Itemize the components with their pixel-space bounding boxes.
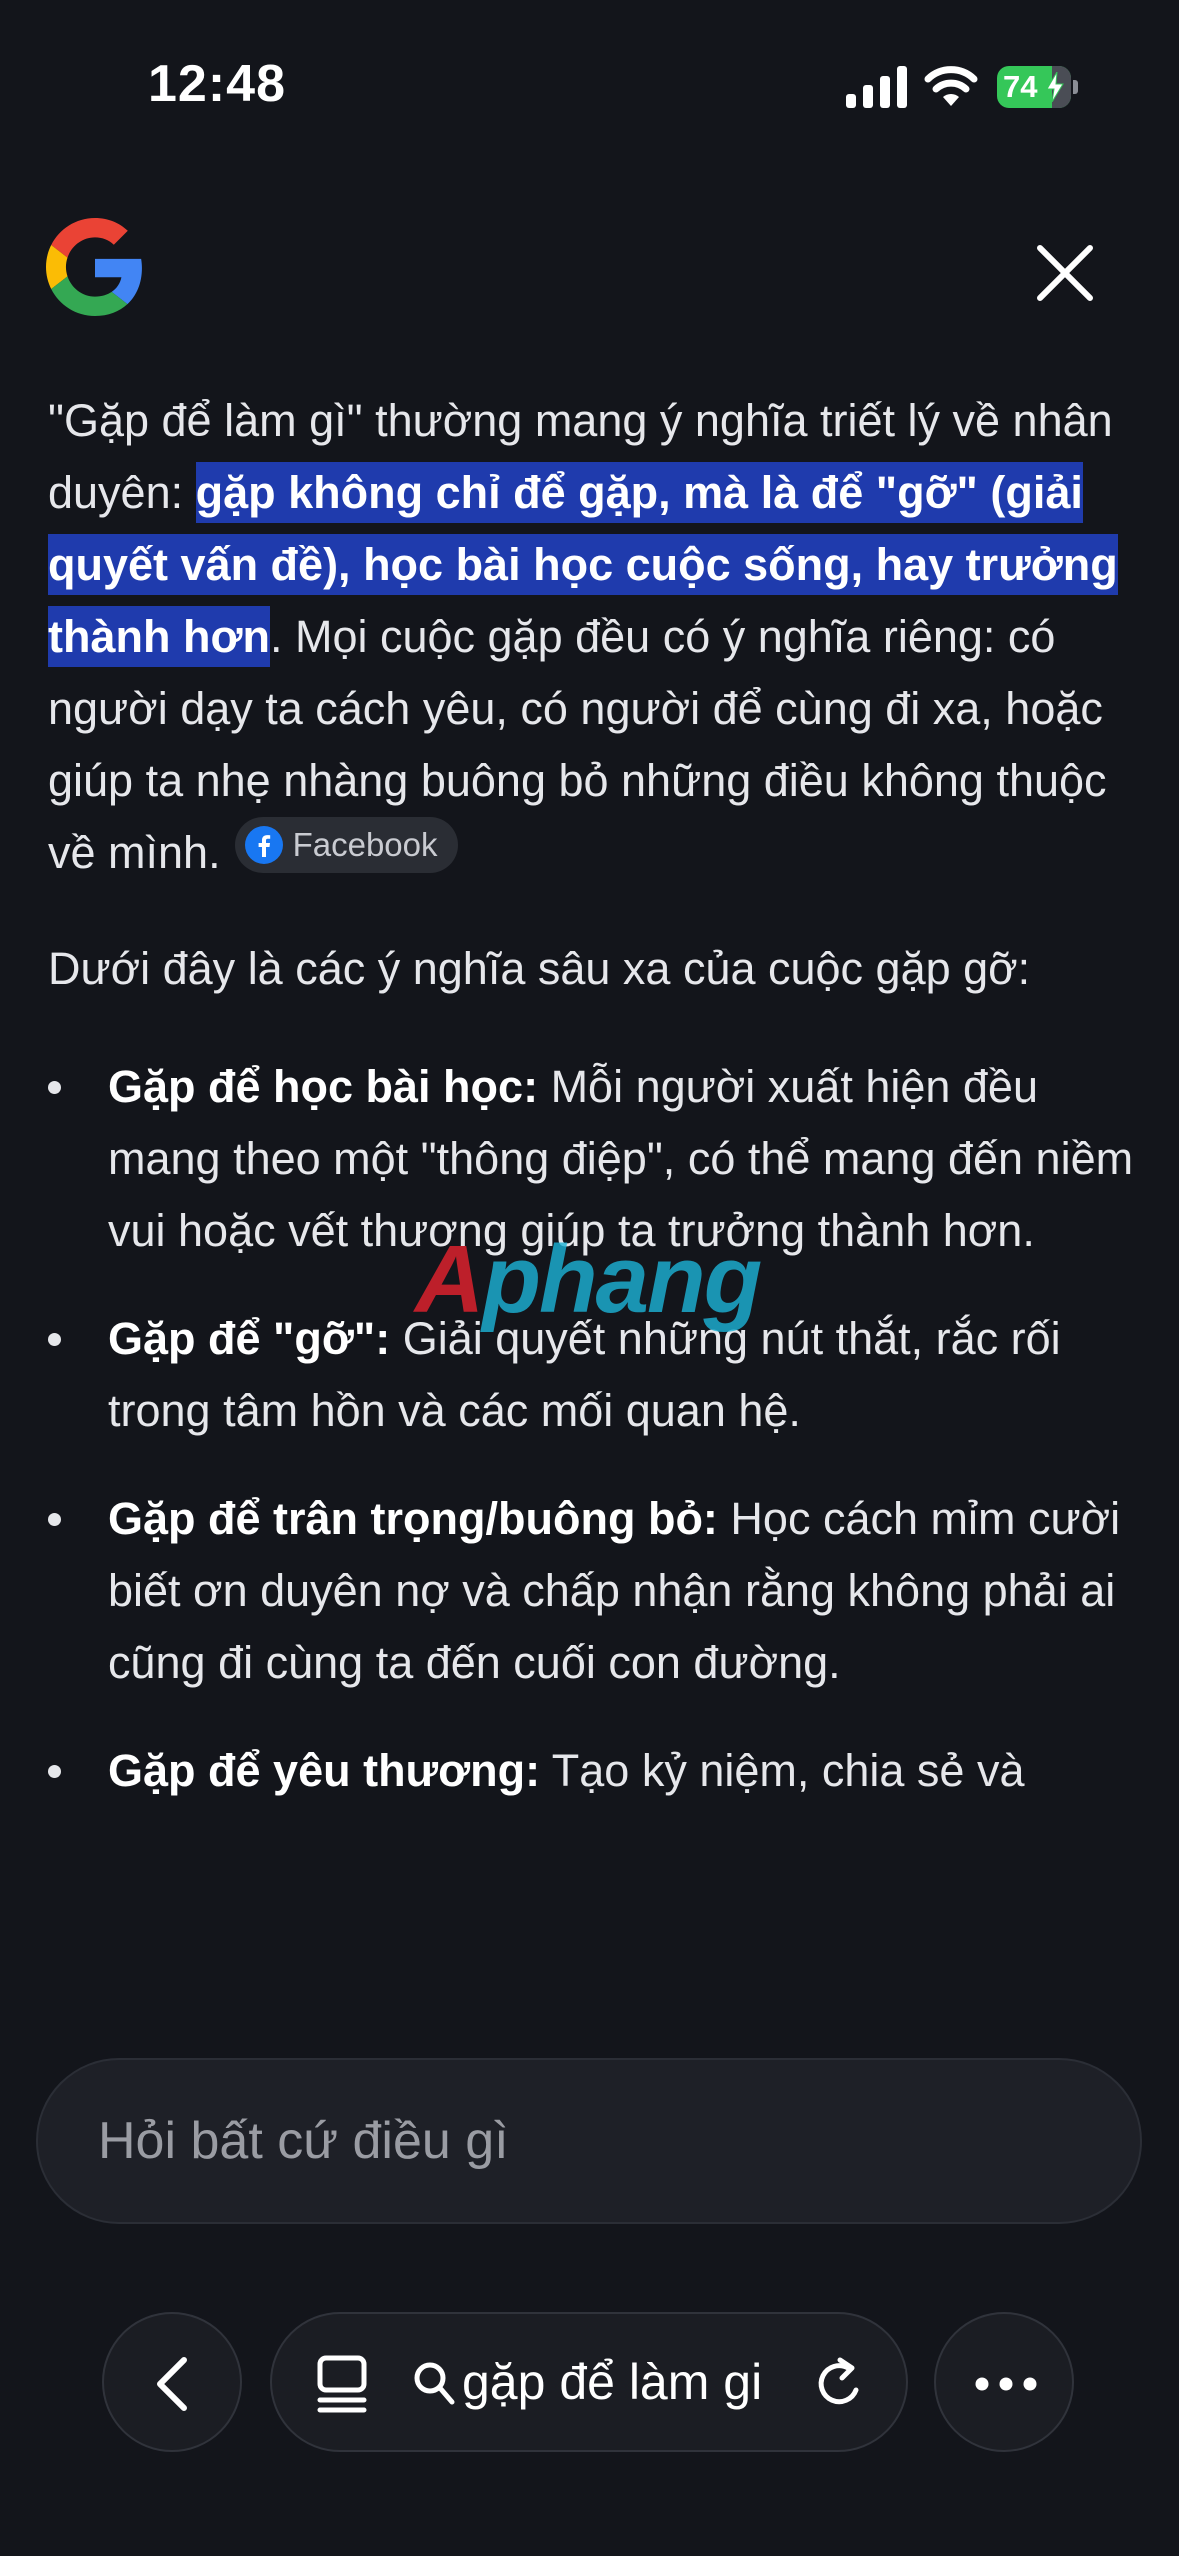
status-bar: 12:48 74 [0, 0, 1179, 150]
watermark-logo: Aphang [415, 1226, 762, 1333]
list-item-text: Tạo kỷ niệm, chia sẻ và [540, 1745, 1025, 1796]
more-button[interactable] [934, 2312, 1074, 2452]
battery-level-fill: 74 [997, 66, 1071, 108]
back-icon [157, 2357, 187, 2411]
bullet-dot [48, 1513, 61, 1526]
close-icon [1037, 245, 1093, 301]
meaning-list: Gặp để học bài học: Mỗi người xuất hiện … [48, 1051, 1138, 1807]
list-item-title: Gặp để học bài học: [108, 1061, 539, 1112]
bullet-dot [48, 1333, 61, 1346]
bullet-dot [48, 1765, 61, 1778]
google-logo [46, 218, 142, 316]
query-text: gặp để làm gi [462, 2354, 763, 2410]
close-button[interactable] [1032, 240, 1098, 306]
ask-input-placeholder: Hỏi bất cứ điều gì [98, 2112, 509, 2170]
ask-input[interactable]: Hỏi bất cứ điều gì [36, 2058, 1142, 2224]
tabs-icon[interactable] [316, 2354, 368, 2414]
more-icon [975, 2377, 1037, 2391]
battery-nub [1073, 80, 1078, 94]
intro-paragraph: "Gặp để làm gì" thường mang ý nghĩa triế… [48, 385, 1138, 889]
list-item-title: Gặp để yêu thương: [108, 1745, 541, 1796]
browser-nav-bar: gặp để làm gi [0, 2308, 1179, 2454]
wifi-icon [924, 66, 978, 106]
battery-icon: 74 [997, 66, 1078, 108]
back-button[interactable] [102, 2312, 242, 2452]
status-time: 12:48 [148, 55, 286, 113]
list-item-title: Gặp để trân trọng/buông bỏ: [108, 1493, 718, 1544]
search-icon [414, 2362, 455, 2405]
battery-level-text: 74 [1003, 69, 1038, 104]
list-item: Gặp để trân trọng/buông bỏ: Học cách mỉm… [48, 1483, 1138, 1699]
query-pill[interactable]: gặp để làm gi [270, 2312, 908, 2452]
facebook-icon [244, 826, 283, 864]
signal-icon [846, 66, 907, 108]
reload-icon[interactable] [812, 2354, 868, 2414]
charging-bolt-icon [1046, 72, 1064, 102]
list-item-title: Gặp để "gỡ": [108, 1313, 391, 1364]
ai-answer: "Gặp để làm gì" thường mang ý nghĩa triế… [48, 385, 1138, 1843]
source-chip-facebook[interactable]: Facebook [234, 817, 458, 873]
list-item: Gặp để yêu thương: Tạo kỷ niệm, chia sẻ … [48, 1735, 1138, 1807]
bullet-dot [48, 1081, 61, 1094]
lead-in-paragraph: Dưới đây là các ý nghĩa sâu xa của cuộc … [48, 943, 1031, 994]
source-chip-label: Facebook [292, 826, 438, 863]
